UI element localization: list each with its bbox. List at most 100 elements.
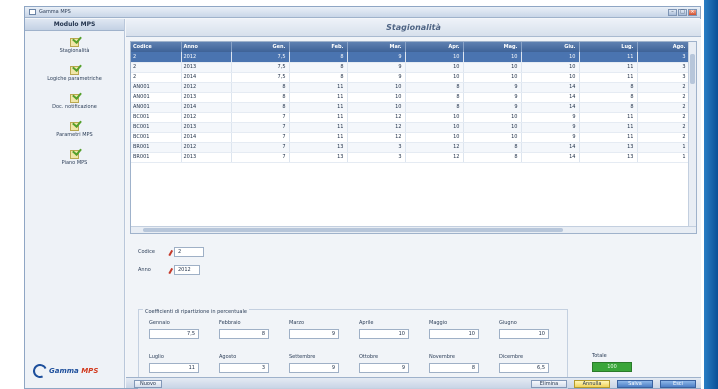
sidebar-item-parametri-mps[interactable]: Parametri MPS bbox=[25, 115, 124, 143]
sidebar-item-label: Stagionalità bbox=[59, 48, 90, 54]
table-cell: 9 bbox=[521, 112, 580, 123]
sidebar-item-doc-notificazione[interactable]: Doc. notificazione bbox=[25, 87, 124, 115]
column-header[interactable]: Apr. bbox=[405, 42, 464, 52]
column-header[interactable]: Anno bbox=[181, 42, 232, 52]
elimina-button[interactable]: Elimina bbox=[531, 380, 567, 388]
month-coefficient-field[interactable]: 11 bbox=[149, 363, 199, 373]
table-row[interactable]: AN001 2013 8 11 10 8 9 14 8 2 bbox=[131, 92, 690, 103]
table-row[interactable]: 2 2014 7,5 8 9 10 10 10 11 3 bbox=[131, 72, 690, 83]
table-cell: 11 bbox=[579, 112, 638, 123]
table-cell: 7,5 bbox=[231, 62, 290, 73]
table-row[interactable]: AN001 2014 8 11 10 8 9 14 8 2 bbox=[131, 102, 690, 113]
month-coefficient-field[interactable]: 10 bbox=[499, 329, 549, 339]
table-row[interactable]: AN001 2012 8 11 10 8 9 14 8 2 bbox=[131, 82, 690, 93]
table-row[interactable]: BR001 2013 7 13 3 12 8 14 13 1 bbox=[131, 152, 690, 163]
table-cell: 3 bbox=[637, 72, 690, 83]
table-cell: 11 bbox=[579, 132, 638, 143]
codice-field[interactable]: 2 bbox=[174, 247, 204, 257]
month-coefficient-field[interactable]: 6,5 bbox=[499, 363, 549, 373]
table-row[interactable]: BR001 2012 7 13 3 12 8 14 13 1 bbox=[131, 142, 690, 153]
anno-label: Anno bbox=[138, 267, 151, 273]
table-cell: 8 bbox=[231, 92, 290, 103]
month-label: Giugno bbox=[499, 320, 517, 326]
table-cell: 9 bbox=[347, 62, 406, 73]
bottom-toolbar: Nuovo Elimina Annulla Salva Esci bbox=[126, 377, 701, 388]
month-coefficient-field[interactable]: 3 bbox=[219, 363, 269, 373]
table-cell: 2 bbox=[131, 62, 182, 73]
scrollbar-thumb[interactable] bbox=[690, 54, 695, 84]
sidebar-item-piano-mps[interactable]: Piano MPS bbox=[25, 143, 124, 171]
table-cell: 11 bbox=[289, 82, 348, 93]
month-coefficient-field[interactable]: 7,5 bbox=[149, 329, 199, 339]
table-cell: 8 bbox=[405, 92, 464, 103]
salva-button[interactable]: Salva bbox=[617, 380, 653, 388]
annulla-button[interactable]: Annulla bbox=[574, 380, 610, 388]
column-header[interactable]: Lug. bbox=[579, 42, 638, 52]
month-label: Luglio bbox=[149, 354, 164, 360]
table-cell: 9 bbox=[463, 102, 522, 113]
check-document-icon bbox=[69, 120, 80, 131]
table-cell: 9 bbox=[521, 122, 580, 133]
anno-field[interactable]: 2012 bbox=[174, 265, 200, 275]
table-cell: 14 bbox=[521, 152, 580, 163]
table-cell: 11 bbox=[579, 72, 638, 83]
table-cell: 10 bbox=[405, 122, 464, 133]
table-row[interactable]: BC001 2013 7 11 12 10 10 9 11 2 bbox=[131, 122, 690, 133]
month-label: Dicembre bbox=[499, 354, 524, 360]
screenshot-frame: Gamma MPS – □ × Modulo MPS Stagionalità … bbox=[0, 0, 718, 389]
esci-button[interactable]: Esci bbox=[660, 380, 696, 388]
column-header[interactable]: Codice bbox=[131, 42, 182, 52]
column-header[interactable]: Giu. bbox=[521, 42, 580, 52]
scrollbar-thumb[interactable] bbox=[143, 228, 563, 232]
month-coefficient: Agosto 3 bbox=[219, 354, 269, 373]
sidebar-item-logiche-parametriche[interactable]: Logiche parametriche bbox=[25, 59, 124, 87]
column-header[interactable]: Gen. bbox=[231, 42, 290, 52]
close-button[interactable]: × bbox=[688, 8, 697, 16]
table-cell: 11 bbox=[289, 122, 348, 133]
table-cell: 7 bbox=[231, 132, 290, 143]
table-cell: 2 bbox=[637, 132, 690, 143]
month-coefficient-field[interactable]: 8 bbox=[429, 363, 479, 373]
column-header[interactable]: Mag. bbox=[463, 42, 522, 52]
vertical-scrollbar[interactable] bbox=[688, 42, 696, 233]
table-row[interactable]: BC001 2012 7 11 12 10 10 9 11 2 bbox=[131, 112, 690, 123]
column-header[interactable]: Feb. bbox=[289, 42, 348, 52]
month-coefficient-field[interactable]: 10 bbox=[429, 329, 479, 339]
month-coefficient: Maggio 10 bbox=[429, 320, 479, 339]
month-coefficient-field[interactable]: 8 bbox=[219, 329, 269, 339]
table-cell: 7 bbox=[231, 112, 290, 123]
month-coefficient-field[interactable]: 10 bbox=[359, 329, 409, 339]
table-row[interactable]: 2 2012 7,5 8 9 10 10 10 11 3 bbox=[131, 52, 690, 63]
maximize-button[interactable]: □ bbox=[678, 8, 687, 16]
table-cell: 7,5 bbox=[231, 52, 290, 63]
table-row[interactable]: 2 2013 7,5 8 9 10 10 10 11 3 bbox=[131, 62, 690, 73]
table-cell: 2 bbox=[637, 92, 690, 103]
table-cell: 2 bbox=[637, 102, 690, 113]
table-cell: 2013 bbox=[181, 152, 232, 163]
month-coefficient-field[interactable]: 9 bbox=[289, 329, 339, 339]
table-cell: 8 bbox=[463, 152, 522, 163]
column-header[interactable]: Ago. bbox=[637, 42, 690, 52]
table-cell: 2 bbox=[131, 52, 182, 63]
sidebar-item-stagionalita[interactable]: Stagionalità bbox=[25, 31, 124, 59]
column-header[interactable]: Mar. bbox=[347, 42, 406, 52]
table-cell: BR001 bbox=[131, 142, 182, 153]
app-icon bbox=[29, 9, 36, 15]
month-coefficient: Luglio 11 bbox=[149, 354, 199, 373]
nuovo-button[interactable]: Nuovo bbox=[134, 380, 162, 388]
table-cell: 8 bbox=[231, 82, 290, 93]
table-cell: 10 bbox=[521, 52, 580, 63]
table-cell: 2013 bbox=[181, 92, 232, 103]
minimize-button[interactable]: – bbox=[668, 8, 677, 16]
month-coefficient-field[interactable]: 9 bbox=[359, 363, 409, 373]
codice-label: Codice bbox=[138, 249, 155, 255]
table-cell: 10 bbox=[405, 112, 464, 123]
table-row[interactable]: BC001 2014 7 11 12 10 10 9 11 2 bbox=[131, 132, 690, 143]
horizontal-scrollbar[interactable] bbox=[131, 226, 696, 233]
month-coefficient-field[interactable]: 9 bbox=[289, 363, 339, 373]
table-cell: 14 bbox=[521, 142, 580, 153]
table-cell: 2012 bbox=[181, 82, 232, 93]
table-cell: 8 bbox=[405, 102, 464, 113]
anno-row: Anno 2012 bbox=[138, 265, 200, 275]
table-cell: 2012 bbox=[181, 142, 232, 153]
